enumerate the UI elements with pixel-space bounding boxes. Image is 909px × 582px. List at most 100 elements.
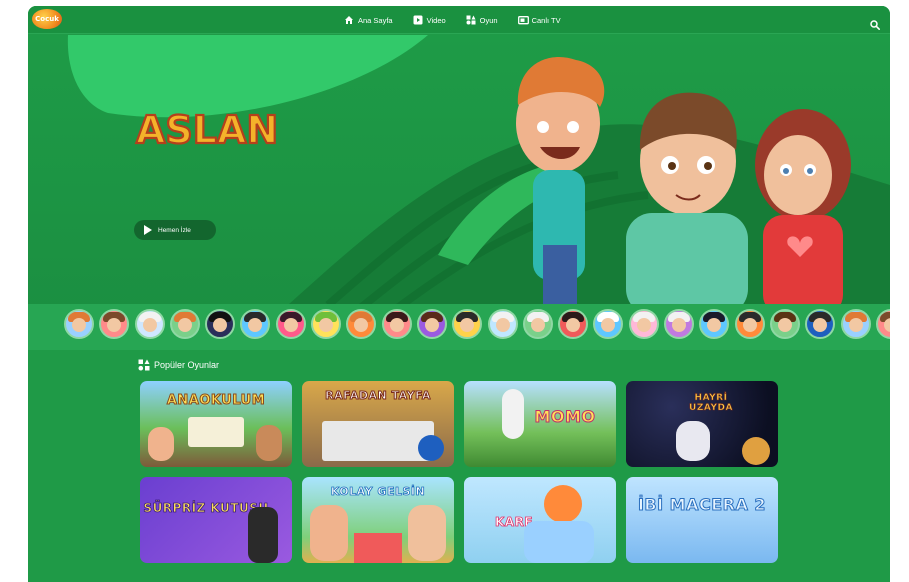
character-avatar[interactable] <box>734 309 765 339</box>
planet-illustration <box>742 437 770 465</box>
character-avatar[interactable] <box>99 309 130 339</box>
avatar-face <box>460 318 475 332</box>
nav-item-home[interactable]: Ana Sayfa <box>344 15 393 25</box>
nav-item-live-tv[interactable]: Canlı TV <box>517 15 561 25</box>
character-avatar[interactable] <box>416 309 447 339</box>
character-avatar[interactable] <box>558 309 589 339</box>
cat-illustration <box>544 485 582 523</box>
character-avatar-list <box>64 309 890 339</box>
play-badge <box>418 435 444 461</box>
section-title-text: Popüler Oyunlar <box>154 360 220 370</box>
character-avatar[interactable] <box>134 309 165 339</box>
school-illustration <box>188 417 244 447</box>
play-icon <box>144 225 152 235</box>
avatar-face <box>142 318 157 332</box>
watch-now-label: Hemen İzle <box>158 226 191 234</box>
avatar-face <box>530 318 545 332</box>
game-card[interactable]: ANAOKULUM <box>140 381 292 467</box>
character-avatar[interactable] <box>628 309 659 339</box>
avatar-face <box>742 318 757 332</box>
nav-item-label: Oyun <box>479 15 498 25</box>
kid-illustration <box>256 425 282 461</box>
hero-show-title: ASLAN <box>136 108 278 152</box>
avatar-face <box>672 318 687 332</box>
kid-illustration <box>310 505 348 561</box>
video-icon <box>413 15 423 25</box>
search-icon[interactable] <box>870 15 880 30</box>
game-card[interactable]: KARE <box>464 477 616 563</box>
character-avatar[interactable] <box>593 309 624 339</box>
game-card[interactable]: KOLAY GELSİN <box>302 477 454 563</box>
character-avatar[interactable] <box>840 309 871 339</box>
app-window: Cocuk Ana Sayfa Video Oyun Canlı TV ASLA… <box>28 6 890 582</box>
character-avatar[interactable] <box>240 309 271 339</box>
character-carousel <box>28 304 890 350</box>
nav-item-video[interactable]: Video <box>413 15 446 25</box>
character-avatar[interactable] <box>769 309 800 339</box>
avatar-face <box>424 318 439 332</box>
game-card[interactable]: HAYRİ UZAYDA <box>626 381 778 467</box>
avatar-face <box>707 318 722 332</box>
avatar-face <box>107 318 122 332</box>
character-avatar[interactable] <box>346 309 377 339</box>
character-avatar[interactable] <box>205 309 236 339</box>
character-avatar[interactable] <box>169 309 200 339</box>
hero-artwork: ASLAN <box>67 35 890 315</box>
board-illustration <box>322 421 434 461</box>
home-icon <box>344 15 354 25</box>
character-avatar[interactable] <box>664 309 695 339</box>
game-card-title: ANAOKULUM <box>166 393 266 409</box>
character-avatar[interactable] <box>275 309 306 339</box>
game-card-title: İBİ MACERA 2 <box>637 495 767 515</box>
avatar-face <box>319 318 334 332</box>
watch-now-button[interactable]: Hemen İzle <box>134 220 216 240</box>
character-avatar[interactable] <box>381 309 412 339</box>
character-avatar[interactable] <box>64 309 94 339</box>
kid-illustration <box>148 427 174 461</box>
avatar-face <box>813 318 828 332</box>
game-card-title: HAYRİ UZAYDA <box>689 393 733 414</box>
tv-icon <box>517 15 529 25</box>
top-navbar: Cocuk Ana Sayfa Video Oyun Canlı TV <box>28 6 890 34</box>
nav-item-label: Video <box>426 15 446 25</box>
nav-item-game[interactable]: Oyun <box>466 15 498 25</box>
avatar-face <box>72 318 86 332</box>
character-avatar[interactable] <box>805 309 836 339</box>
avatar-face <box>495 318 510 332</box>
game-icon <box>466 15 476 25</box>
site-logo[interactable]: Cocuk <box>32 9 62 29</box>
character-avatar[interactable] <box>311 309 342 339</box>
character-avatar[interactable] <box>487 309 518 339</box>
avatar-face <box>354 318 369 332</box>
game-card[interactable]: MOMO <box>464 381 616 467</box>
character-avatar[interactable] <box>522 309 553 339</box>
avatar-face <box>177 318 192 332</box>
avatar-face <box>389 318 404 332</box>
game-card-title: RAFADAN TAYFA <box>325 389 431 403</box>
game-card[interactable]: SÜRPRİZ KUTUSU <box>140 477 292 563</box>
main-nav: Ana Sayfa Video Oyun Canlı TV <box>344 6 581 34</box>
characters-illustration <box>524 521 594 563</box>
avatar-face <box>601 318 616 332</box>
nav-item-label: Ana Sayfa <box>358 15 393 25</box>
character-avatar[interactable] <box>875 309 890 339</box>
avatar-face <box>566 318 581 332</box>
game-card-title: KOLAY GELSİN <box>330 485 426 499</box>
avatar-face <box>883 318 890 332</box>
house-illustration <box>354 533 402 563</box>
avatar-face <box>848 318 863 332</box>
avatar-face <box>248 318 263 332</box>
avatar-face <box>283 318 298 332</box>
rabbit-illustration <box>502 389 524 439</box>
games-icon <box>138 359 150 371</box>
avatar-face <box>636 318 651 332</box>
astronaut-illustration <box>676 421 710 461</box>
character-avatar[interactable] <box>699 309 730 339</box>
kid-illustration <box>408 505 446 561</box>
game-card-title: MOMO <box>534 407 596 427</box>
avatar-face <box>213 318 228 332</box>
avatar-face <box>777 318 792 332</box>
game-card[interactable]: RAFADAN TAYFA <box>302 381 454 467</box>
game-card[interactable]: İBİ MACERA 2 <box>626 477 778 563</box>
character-avatar[interactable] <box>452 309 483 339</box>
